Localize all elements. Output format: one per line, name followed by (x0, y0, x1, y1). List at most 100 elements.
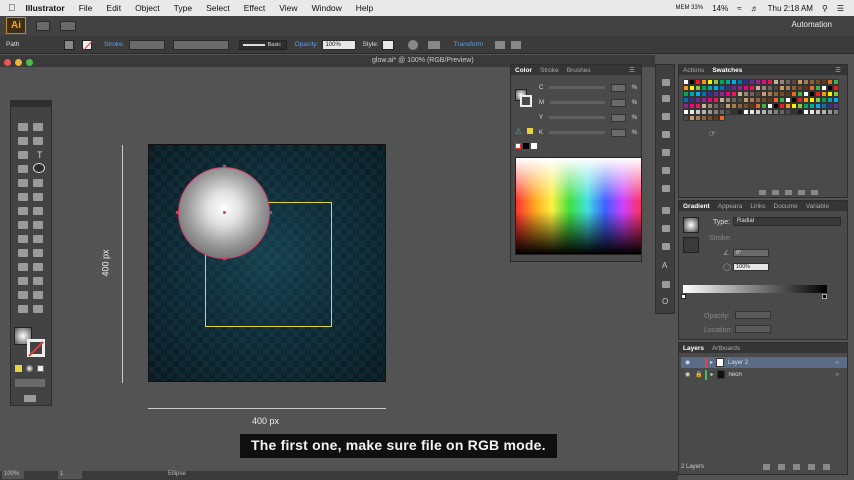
opacity-field[interactable]: 100% (322, 39, 357, 50)
transform-link[interactable]: Transform (454, 41, 483, 48)
menu-select[interactable]: Select (206, 3, 230, 13)
symbol-sprayer-tool-icon[interactable] (18, 277, 28, 285)
gradient-location-field[interactable] (735, 325, 771, 333)
menu-edit[interactable]: Edit (106, 3, 121, 13)
blob-brush-tool-icon[interactable] (18, 193, 28, 201)
make-clipping-mask-icon[interactable] (778, 464, 785, 470)
shape-builder-tool-icon[interactable] (18, 235, 28, 243)
gradient-stop-end[interactable] (822, 294, 827, 299)
volume-icon[interactable]: ♬ (751, 4, 759, 13)
cyan-value[interactable] (610, 83, 626, 92)
tab-stroke[interactable]: Stroke (540, 67, 559, 74)
hand-tool-icon[interactable] (18, 305, 28, 313)
stroke-weight-field[interactable] (128, 39, 165, 50)
screen-mode-icon[interactable] (24, 395, 36, 402)
gradient-mode-icon[interactable] (26, 365, 33, 372)
layer-name[interactable]: neon (729, 372, 742, 378)
gradient-slider[interactable] (683, 285, 827, 293)
visibility-eye-icon[interactable]: ◉ (685, 359, 693, 366)
zoom-window-icon[interactable] (26, 59, 33, 66)
visibility-eye-icon[interactable]: ◉ (685, 371, 693, 378)
black-value[interactable] (610, 128, 626, 137)
none-mode-icon[interactable] (37, 365, 44, 372)
magenta-value[interactable] (611, 98, 626, 107)
tab-brushes[interactable]: Brushes (567, 67, 591, 74)
stroke-none-swatch[interactable] (82, 39, 93, 50)
pencil-tool-icon[interactable] (33, 179, 43, 187)
ellipse-tool-icon[interactable] (33, 163, 45, 173)
menu-help[interactable]: Help (356, 3, 373, 13)
blend-tool-icon[interactable] (33, 263, 43, 271)
anchor-point-bottom[interactable] (223, 257, 226, 260)
swatches-menu-icon[interactable]: ☰ (835, 66, 841, 74)
gradient-aspect-field[interactable]: 100% (733, 263, 769, 271)
paintbrush-tool-icon[interactable] (18, 179, 28, 187)
anchor-point-top[interactable] (223, 165, 226, 168)
properties-icon[interactable] (662, 79, 670, 86)
graphic-style-swatch[interactable] (381, 39, 394, 50)
color-spectrum[interactable] (515, 157, 642, 255)
magic-wand-tool-icon[interactable] (18, 137, 28, 145)
tab-variables[interactable]: Variable (806, 203, 829, 210)
layer-target-icon[interactable]: ○ (835, 372, 839, 378)
show-swatch-kinds-icon[interactable] (772, 190, 779, 195)
expand-layer-icon[interactable]: ▸ (710, 371, 713, 378)
tab-links[interactable]: Links (750, 203, 765, 210)
new-swatch-icon[interactable] (798, 190, 805, 195)
gradient-type-select[interactable]: Radial (733, 217, 841, 226)
align-panel-icon[interactable] (662, 95, 670, 102)
bridge-icon[interactable] (36, 21, 50, 31)
line-tool-icon[interactable] (18, 165, 28, 173)
opentype-icon[interactable]: O (662, 297, 668, 306)
workspace-switcher[interactable]: Automation (792, 20, 832, 29)
artboard[interactable] (148, 144, 386, 382)
tab-gradient[interactable]: Gradient (683, 203, 710, 210)
transform-panel-icon[interactable] (662, 113, 670, 120)
isolate-icon[interactable] (495, 40, 506, 49)
paragraph-icon[interactable] (662, 281, 670, 288)
lasso-tool-icon[interactable] (33, 137, 43, 145)
menu-view[interactable]: View (279, 3, 297, 13)
swatch-libraries-icon[interactable] (759, 190, 766, 195)
locate-object-icon[interactable] (763, 464, 770, 470)
artboard-tool-icon[interactable] (18, 291, 28, 299)
direct-selection-tool-icon[interactable] (33, 123, 43, 131)
magenta-slider[interactable] (550, 101, 606, 104)
stroke-link[interactable]: Stroke: (104, 41, 125, 48)
scale-tool-icon[interactable] (33, 207, 43, 215)
app-menu[interactable]: Illustrator (26, 3, 65, 13)
menu-object[interactable]: Object (135, 3, 160, 13)
new-layer-icon[interactable] (808, 464, 815, 470)
new-color-group-icon[interactable] (785, 190, 792, 195)
brush-definition[interactable]: Basic (238, 39, 287, 50)
layer-target-icon[interactable]: ○ (835, 360, 839, 366)
zoom-level[interactable]: 100% (2, 471, 24, 479)
yellow-value[interactable] (610, 113, 626, 122)
mesh-tool-icon[interactable] (18, 249, 28, 257)
none-swatch[interactable] (515, 143, 521, 149)
tab-actions[interactable]: Actions (683, 67, 704, 74)
opacity-link[interactable]: Opacity: (295, 41, 319, 48)
slice-tool-icon[interactable] (33, 291, 43, 299)
character-icon[interactable]: A (662, 261, 667, 270)
swatch[interactable] (833, 109, 839, 115)
swatch[interactable] (719, 115, 725, 121)
variable-width-field[interactable] (172, 39, 229, 50)
search-icon[interactable]: ⚲ (822, 4, 828, 13)
gradient-tool-icon[interactable] (33, 249, 43, 257)
eyedropper-tool-icon[interactable] (18, 263, 28, 271)
battery-percent[interactable]: 14% (712, 4, 728, 13)
gradient-stop-start[interactable] (681, 294, 686, 299)
control-panel-menu-icon[interactable] (511, 40, 522, 49)
menu-type[interactable]: Type (174, 3, 192, 13)
perspective-grid-tool-icon[interactable] (33, 235, 43, 243)
gradient-preview[interactable] (683, 217, 699, 233)
menu-file[interactable]: File (79, 3, 93, 13)
selection-tool-icon[interactable] (18, 123, 28, 131)
delete-layer-icon[interactable] (823, 464, 830, 470)
anchor-point-left[interactable] (176, 211, 179, 214)
tab-swatches[interactable]: Swatches (712, 67, 742, 74)
transparency-icon[interactable] (662, 185, 670, 192)
links-icon[interactable] (662, 243, 670, 250)
black-swatch[interactable] (523, 143, 529, 149)
